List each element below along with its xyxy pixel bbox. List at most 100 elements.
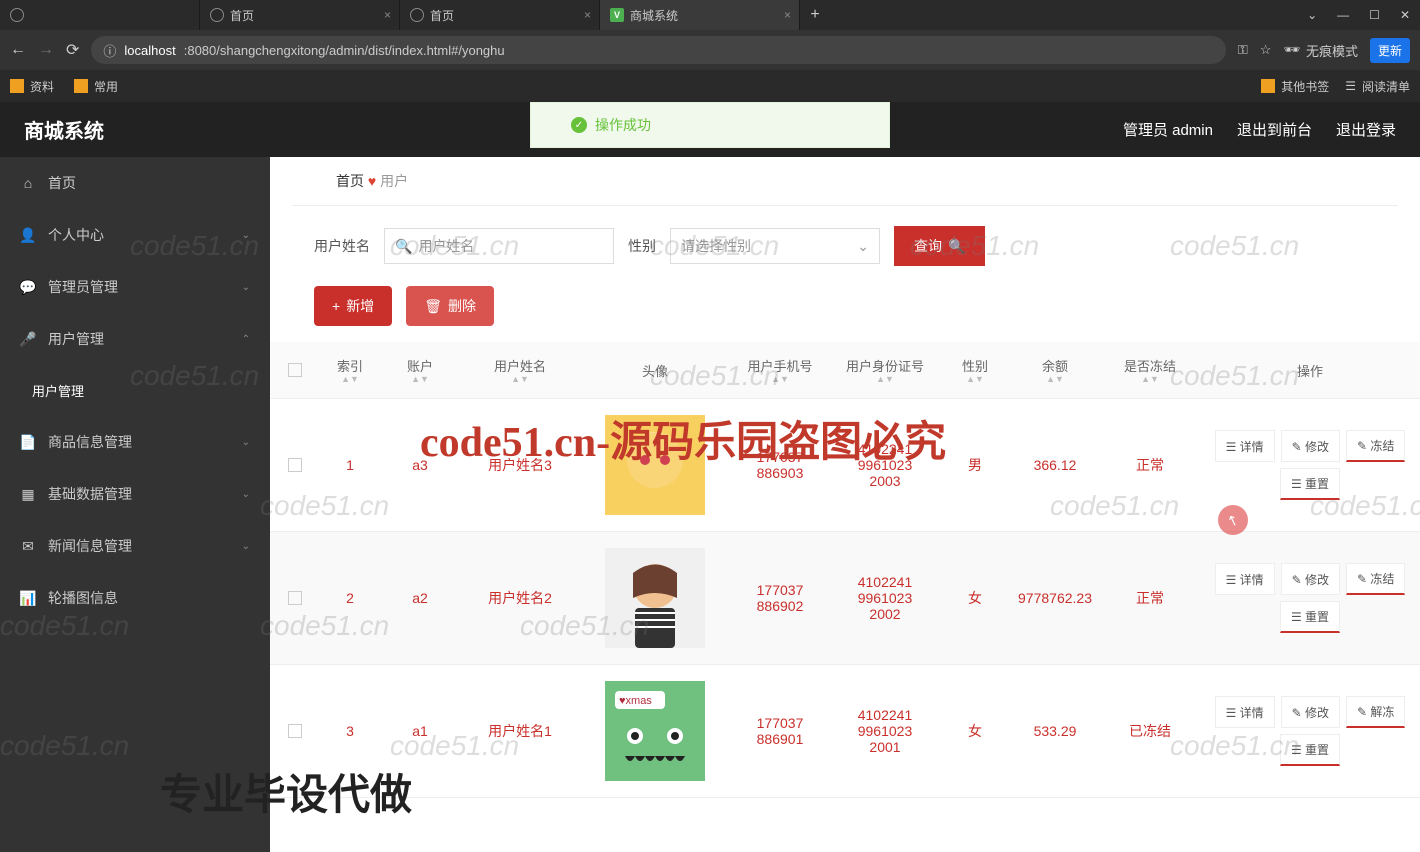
plus-icon: +	[332, 298, 340, 314]
query-button[interactable]: 查询 🔍	[894, 226, 985, 266]
sidebar-item-admin[interactable]: 💬 管理员管理 ⌄	[0, 261, 270, 313]
row-checkbox[interactable]	[288, 724, 302, 738]
cell-id: 410224199610232003	[830, 441, 940, 489]
edit-button[interactable]: ✎ 修改	[1281, 430, 1340, 462]
row-checkbox[interactable]	[288, 458, 302, 472]
check-icon: ✓	[571, 117, 587, 133]
edit-button[interactable]: ✎ 修改	[1281, 563, 1340, 595]
chart-icon: 📊	[20, 590, 36, 607]
mail-icon: ✉	[20, 538, 36, 555]
browser-tab[interactable]: 首页 ×	[400, 0, 600, 30]
reading-list[interactable]: ☰ 阅读清单	[1345, 78, 1410, 95]
chevron-up-icon: ⌃	[242, 334, 250, 345]
filter-bar: 用户姓名 🔍 用户姓名 性别 请选择性别 ⌄ 查询 🔍	[270, 206, 1420, 286]
browser-tab-active[interactable]: V 商城系统 ×	[600, 0, 800, 30]
row-checkbox[interactable]	[288, 591, 302, 605]
user-icon: 👤	[20, 227, 36, 244]
reload-button[interactable]: ⟳	[66, 40, 79, 60]
name-label: 用户姓名	[314, 236, 370, 256]
close-icon[interactable]: ×	[784, 8, 791, 22]
user-table: 索引▲▼ 账户▲▼ 用户姓名▲▼ 头像 用户手机号▲▼ 用户身份证号▲▼ 性别▲…	[270, 342, 1420, 798]
exit-front-button[interactable]: 退出到前台	[1237, 119, 1312, 140]
watermark-bottom: 专业毕设代做	[160, 761, 412, 822]
browser-tabs: 首页 × 首页 × V 商城系统 × + ⌄ — ☐ ✕	[0, 0, 1420, 30]
cell-id: 410224199610232002	[830, 574, 940, 622]
reset-button[interactable]: ☰ 重置	[1280, 468, 1340, 500]
cell-balance: 533.29	[1010, 723, 1100, 739]
cell-gender: 男	[940, 455, 1010, 475]
star-icon[interactable]: ☆	[1260, 42, 1272, 58]
select-all-checkbox[interactable]	[288, 363, 302, 377]
update-button[interactable]: 更新	[1370, 38, 1410, 63]
breadcrumb-home[interactable]: 首页	[336, 173, 364, 189]
breadcrumb-current: 用户	[380, 173, 408, 189]
browser-tab[interactable]	[0, 0, 200, 30]
add-button[interactable]: + 新增	[314, 286, 392, 326]
info-icon: ⓘ	[103, 41, 116, 60]
bookmark-item[interactable]: 资料	[10, 78, 54, 95]
other-bookmarks[interactable]: 其他书签	[1261, 78, 1329, 95]
gender-select[interactable]: 请选择性别 ⌄	[670, 228, 880, 264]
key-icon[interactable]: ⚿	[1238, 42, 1248, 58]
back-button[interactable]: ←	[10, 41, 26, 59]
cell-frozen: 正常	[1100, 588, 1200, 608]
close-icon[interactable]: ×	[384, 8, 391, 22]
browser-tab[interactable]: 首页 ×	[200, 0, 400, 30]
cell-name: 用户姓名1	[460, 721, 580, 741]
vue-icon: V	[610, 8, 624, 22]
chevron-down-icon: ⌄	[242, 282, 250, 293]
sidebar-subitem-user[interactable]: 用户管理	[0, 365, 270, 416]
name-input[interactable]: 🔍 用户姓名	[384, 228, 614, 264]
heart-icon: ♥	[368, 173, 380, 189]
sidebar-item-user[interactable]: 🎤 用户管理 ⌃	[0, 313, 270, 365]
sidebar-item-carousel[interactable]: 📊 轮播图信息	[0, 572, 270, 624]
sidebar-item-product[interactable]: 📄 商品信息管理 ⌄	[0, 416, 270, 468]
detail-button[interactable]: ☰ 详情	[1215, 430, 1275, 462]
delete-button[interactable]: 🗑 删除	[406, 286, 494, 326]
sidebar-item-home[interactable]: ⌂ 首页	[0, 157, 270, 209]
cell-avatar	[580, 548, 730, 648]
bookmark-item[interactable]: 常用	[74, 78, 118, 95]
reset-button[interactable]: ☰ 重置	[1280, 734, 1340, 766]
main-content: 首页 ♥ 用户 用户姓名 🔍 用户姓名 性别 请选择性别 ⌄ 查询 🔍	[270, 157, 1420, 852]
freeze-button[interactable]: ✎ 冻结	[1346, 563, 1405, 595]
logout-button[interactable]: 退出登录	[1336, 119, 1396, 140]
forward-button[interactable]: →	[38, 41, 54, 59]
search-icon: 🔍	[395, 238, 412, 255]
table-row: 2 a2 用户姓名2 177037886902 4102241996102320…	[270, 532, 1420, 665]
incognito-icon: 🕶	[1283, 42, 1300, 58]
url-input[interactable]: ⓘ localhost:8080/shangchengxitong/admin/…	[91, 36, 1225, 64]
table-header: 索引▲▼ 账户▲▼ 用户姓名▲▼ 头像 用户手机号▲▼ 用户身份证号▲▼ 性别▲…	[270, 342, 1420, 399]
chevron-down-icon[interactable]: ⌄	[1307, 8, 1317, 22]
chevron-down-icon: ⌄	[242, 541, 250, 552]
globe-icon	[10, 8, 24, 22]
admin-label[interactable]: 管理员 admin	[1123, 119, 1213, 140]
reset-button[interactable]: ☰ 重置	[1280, 601, 1340, 633]
freeze-button[interactable]: ✎ 冻结	[1346, 430, 1405, 462]
url-host: localhost	[124, 43, 175, 58]
edit-button[interactable]: ✎ 修改	[1281, 696, 1340, 728]
folder-icon	[10, 79, 24, 93]
freeze-button[interactable]: ✎ 解冻	[1346, 696, 1405, 728]
cell-account: a1	[380, 723, 460, 739]
cell-index: 1	[320, 457, 380, 473]
app-root: 商城系统 管理员 admin 退出到前台 退出登录 ✓ 操作成功 ⌂ 首页 👤 …	[0, 102, 1420, 852]
list-icon: ☰	[1345, 79, 1356, 93]
sidebar-item-personal[interactable]: 👤 个人中心 ⌄	[0, 209, 270, 261]
search-icon: 🔍	[948, 238, 965, 255]
sidebar-item-basic[interactable]: ▦ 基础数据管理 ⌄	[0, 468, 270, 520]
close-window-icon[interactable]: ✕	[1400, 8, 1410, 22]
document-icon: 📄	[20, 434, 36, 451]
new-tab-button[interactable]: +	[800, 6, 830, 24]
detail-button[interactable]: ☰ 详情	[1215, 563, 1275, 595]
minimize-icon[interactable]: —	[1337, 8, 1349, 22]
cell-frozen: 已冻结	[1100, 721, 1200, 741]
close-icon[interactable]: ×	[584, 8, 591, 22]
incognito-indicator: 🕶 无痕模式	[1283, 41, 1358, 60]
action-bar: + 新增 🗑 删除	[270, 286, 1420, 342]
sidebar-item-news[interactable]: ✉ 新闻信息管理 ⌄	[0, 520, 270, 572]
detail-button[interactable]: ☰ 详情	[1215, 696, 1275, 728]
maximize-icon[interactable]: ☐	[1369, 8, 1380, 22]
breadcrumb: 首页 ♥ 用户	[292, 157, 1398, 206]
globe-icon	[410, 8, 424, 22]
